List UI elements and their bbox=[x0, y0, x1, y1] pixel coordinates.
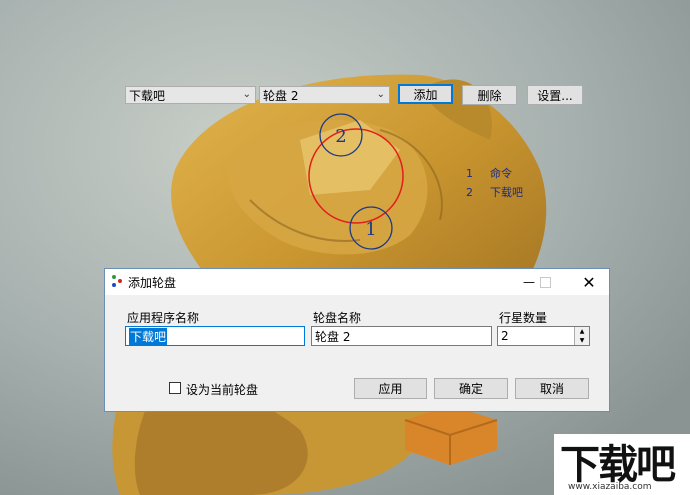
wheel-preview: 2 1 bbox=[308, 113, 404, 250]
wheel-legend: 1 命令 2 下载吧 bbox=[466, 164, 523, 202]
app-name-field[interactable]: 下载吧 bbox=[125, 326, 305, 346]
app-name-label: 应用程序名称 bbox=[127, 311, 200, 325]
application-combo[interactable]: 下载吧 ⌄ bbox=[125, 86, 256, 104]
satellite-count-label: 行星数量 bbox=[499, 311, 548, 325]
close-button[interactable]: ✕ bbox=[569, 269, 609, 295]
close-icon: ✕ bbox=[582, 272, 596, 292]
set-current-checkbox[interactable] bbox=[169, 382, 181, 394]
settings-button[interactable]: 设置... bbox=[527, 85, 583, 105]
dialog-titlebar[interactable]: 添加轮盘 — ✕ bbox=[105, 269, 609, 295]
delete-button-label: 删除 bbox=[477, 88, 502, 103]
add-button-label: 添加 bbox=[413, 87, 438, 102]
apply-button-label: 应用 bbox=[378, 382, 403, 396]
stepper-up-icon[interactable]: ▲ bbox=[575, 327, 589, 336]
legend-item-num: 1 bbox=[466, 167, 473, 180]
dialog-title: 添加轮盘 bbox=[128, 276, 177, 290]
watermark: 下载吧 www.xiazaiba.com bbox=[554, 434, 690, 495]
maximize-icon bbox=[539, 276, 551, 288]
delete-button[interactable]: 删除 bbox=[462, 85, 517, 105]
watermark-url: www.xiazaiba.com bbox=[568, 482, 652, 492]
add-button[interactable]: 添加 bbox=[398, 84, 453, 104]
satellite-count-stepper[interactable]: 2 ▲ ▼ bbox=[497, 326, 590, 346]
wheel-name-value: 轮盘 2 bbox=[315, 329, 351, 344]
wheel-combo-value: 轮盘 2 bbox=[263, 88, 299, 103]
chevron-down-icon: ⌄ bbox=[242, 89, 251, 100]
legend-item: 1 命令 bbox=[466, 164, 523, 183]
wheel-node-2-label: 2 bbox=[335, 126, 346, 147]
legend-item: 2 下载吧 bbox=[466, 183, 523, 202]
app-icon bbox=[112, 275, 122, 287]
wheel-node-1-label: 1 bbox=[365, 219, 376, 240]
wheel-ring bbox=[308, 128, 404, 224]
wheel-combo[interactable]: 轮盘 2 ⌄ bbox=[259, 86, 390, 104]
legend-item-text: 下载吧 bbox=[490, 186, 523, 199]
legend-item-text: 命令 bbox=[490, 167, 512, 180]
wheel-name-label: 轮盘名称 bbox=[313, 311, 362, 325]
chevron-down-icon: ⌄ bbox=[376, 89, 385, 100]
set-current-label: 设为当前轮盘 bbox=[186, 383, 259, 397]
add-wheel-dialog: 添加轮盘 — ✕ 应用程序名称 下载吧 轮盘名称 轮盘 2 行星数量 2 ▲ ▼… bbox=[104, 268, 610, 412]
cancel-button[interactable]: 取消 bbox=[515, 378, 589, 399]
legend-item-num: 2 bbox=[466, 186, 473, 199]
maximize-button[interactable] bbox=[525, 269, 565, 295]
cancel-button-label: 取消 bbox=[539, 382, 564, 396]
stepper-buttons[interactable]: ▲ ▼ bbox=[574, 327, 589, 345]
app-name-value: 下载吧 bbox=[129, 327, 168, 345]
ok-button[interactable]: 确定 bbox=[434, 378, 508, 399]
settings-button-label: 设置... bbox=[537, 88, 573, 103]
satellite-count-value: 2 bbox=[501, 329, 509, 343]
stepper-down-icon[interactable]: ▼ bbox=[575, 336, 589, 345]
ok-button-label: 确定 bbox=[458, 382, 483, 396]
wheel-name-field[interactable]: 轮盘 2 bbox=[311, 326, 492, 346]
application-combo-value: 下载吧 bbox=[129, 88, 166, 103]
apply-button[interactable]: 应用 bbox=[354, 378, 427, 399]
